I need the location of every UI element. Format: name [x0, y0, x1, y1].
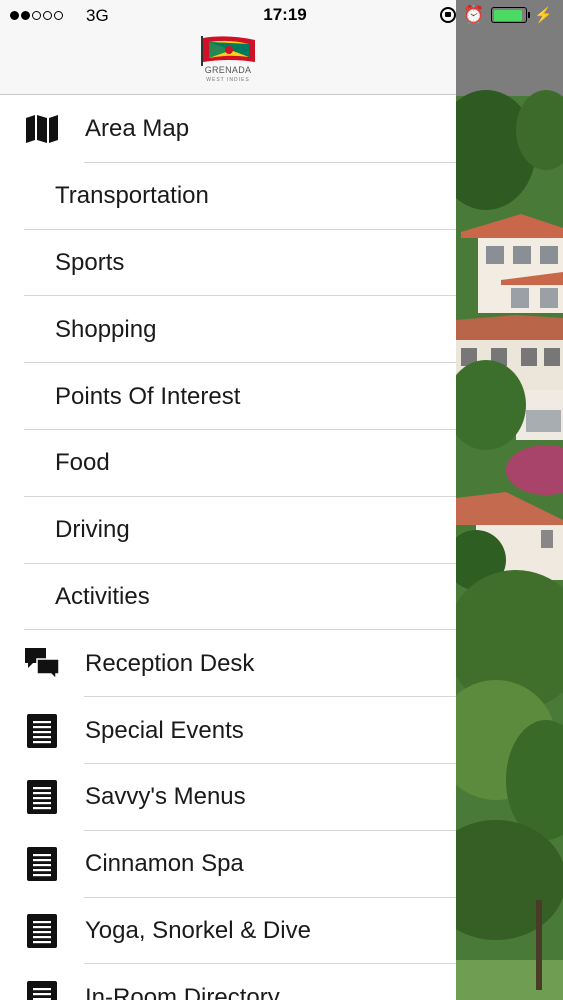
document-icon: [24, 779, 60, 815]
resort-photo-image: [456, 0, 563, 1000]
menu-item-label: Area Map: [85, 115, 190, 143]
logo-title: GRENADA: [204, 65, 252, 75]
menu-item-label: Special Events: [85, 716, 244, 744]
menu-item-shopping[interactable]: Shopping: [0, 296, 456, 364]
charging-icon: ⚡: [534, 7, 553, 24]
menu-item-sports[interactable]: Sports: [0, 230, 456, 297]
menu-item-label: Activities: [55, 582, 150, 610]
document-icon: [24, 713, 60, 749]
drawer-menu: Area Map Transportation Sports Shopping …: [0, 96, 456, 1000]
logo-subtitle: WEST INDIES: [206, 77, 250, 83]
map-icon: [24, 111, 60, 147]
menu-item-label: Cinnamon Spa: [85, 850, 244, 878]
document-icon: [24, 846, 60, 882]
chat-bubbles-icon: [24, 646, 60, 682]
menu-item-activities[interactable]: Activities: [0, 564, 456, 631]
menu-item-label: Food: [55, 449, 110, 477]
menu-item-cinnamon-spa[interactable]: Cinnamon Spa: [0, 831, 456, 898]
menu-item-label: Yoga, Snorkel & Dive: [85, 916, 311, 944]
navigation-drawer: GRENADA WEST INDIES Area Map Transportat…: [0, 0, 456, 1000]
document-icon: [24, 980, 60, 1000]
menu-item-label: In-Room Directory: [85, 983, 280, 1000]
menu-item-label: Reception Desk: [85, 649, 255, 677]
menu-item-label: Savvy's Menus: [85, 783, 246, 811]
grenada-flag-icon: [201, 36, 255, 66]
document-icon: [24, 913, 60, 949]
menu-item-label: Driving: [55, 516, 130, 544]
menu-item-savvys-menus[interactable]: Savvy's Menus: [0, 764, 456, 831]
menu-item-label: Shopping: [55, 315, 157, 343]
menu-item-special-events[interactable]: Special Events: [0, 697, 456, 764]
background-resort-photo[interactable]: [456, 0, 563, 1000]
menu-item-in-room-directory[interactable]: In-Room Directory: [0, 964, 456, 1000]
status-bar: 3G 17:19 ⏰ ⚡: [0, 0, 563, 32]
battery-icon: [491, 7, 531, 23]
rotation-lock-icon: [440, 7, 457, 23]
menu-item-area-map[interactable]: Area Map: [0, 96, 456, 163]
menu-item-yoga-snorkel-dive[interactable]: Yoga, Snorkel & Dive: [0, 898, 456, 965]
menu-item-label: Points Of Interest: [55, 382, 241, 410]
menu-item-label: Transportation: [55, 182, 209, 210]
alarm-icon: ⏰: [463, 5, 485, 24]
grenada-logo: GRENADA WEST INDIES: [197, 34, 259, 86]
menu-item-transportation[interactable]: Transportation: [0, 163, 456, 230]
menu-item-label: Sports: [55, 248, 125, 276]
menu-item-reception-desk[interactable]: Reception Desk: [0, 630, 456, 698]
menu-item-food[interactable]: Food: [0, 430, 456, 497]
menu-item-driving[interactable]: Driving: [0, 497, 456, 564]
menu-item-points-of-interest[interactable]: Points Of Interest: [0, 363, 456, 430]
